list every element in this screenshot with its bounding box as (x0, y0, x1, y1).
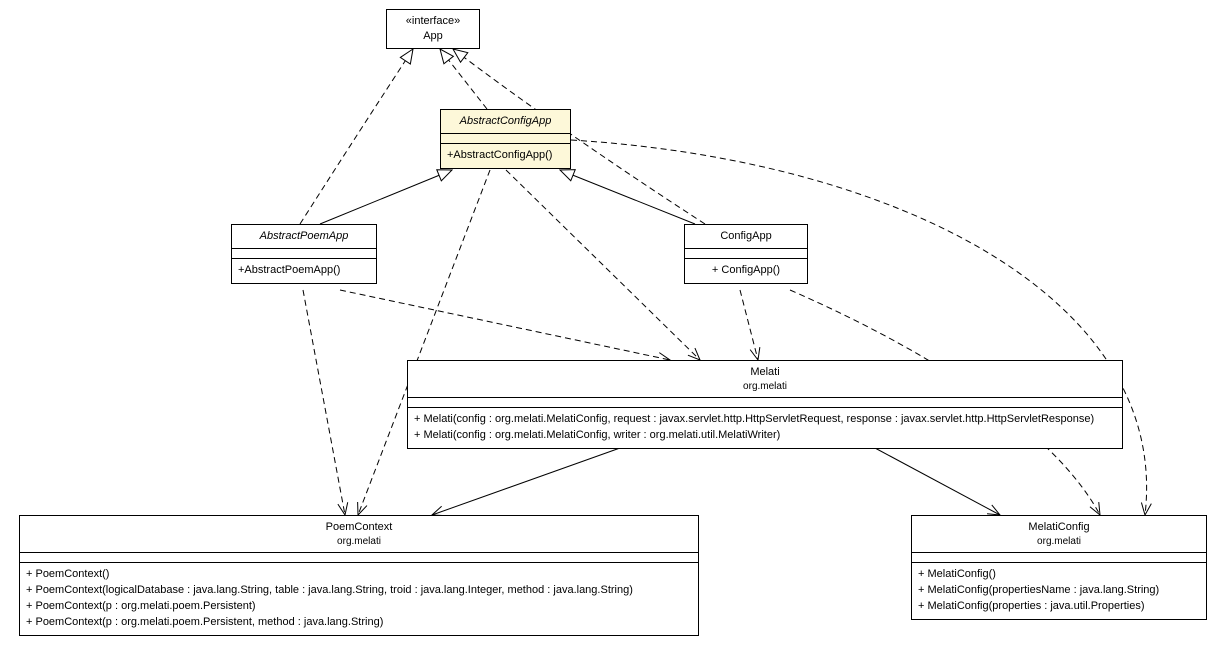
uml-class-poemcontext: PoemContext org.melati + PoemContext() +… (19, 515, 699, 636)
uml-class-melati: Melati org.melati + Melati(config : org.… (407, 360, 1123, 449)
class-title: ConfigApp (685, 225, 807, 249)
class-attrs-empty (232, 249, 376, 259)
class-op: + Melati(config : org.melati.MelatiConfi… (414, 412, 1116, 428)
class-attrs-empty (408, 398, 1122, 408)
class-op: + PoemContext(p : org.melati.poem.Persis… (26, 599, 692, 615)
class-title: AbstractPoemApp (232, 225, 376, 249)
class-op: + PoemContext(p : org.melati.poem.Persis… (26, 615, 692, 631)
class-name: App (393, 29, 473, 44)
uml-class-app: «interface» App (386, 9, 480, 49)
uml-class-abstractconfigapp: AbstractConfigApp +AbstractConfigApp() (440, 109, 571, 169)
class-name: AbstractConfigApp (447, 114, 564, 129)
class-op: + MelatiConfig(properties : java.util.Pr… (918, 599, 1200, 615)
class-title: «interface» App (387, 10, 479, 48)
class-ops: + Melati(config : org.melati.MelatiConfi… (408, 408, 1122, 448)
class-package: org.melati (26, 535, 692, 549)
class-package: org.melati (918, 535, 1200, 549)
class-name: MelatiConfig (918, 520, 1200, 535)
uml-class-abstractpoemapp: AbstractPoemApp +AbstractPoemApp() (231, 224, 377, 284)
class-ops: + MelatiConfig() + MelatiConfig(properti… (912, 563, 1206, 619)
uml-class-configapp: ConfigApp + ConfigApp() (684, 224, 808, 284)
stereotype-label: «interface» (393, 14, 473, 29)
class-op: + Melati(config : org.melati.MelatiConfi… (414, 428, 1116, 444)
class-title: AbstractConfigApp (441, 110, 570, 134)
class-ops: +AbstractConfigApp() (441, 144, 570, 168)
class-ops: + PoemContext() + PoemContext(logicalDat… (20, 563, 698, 635)
class-name: ConfigApp (691, 229, 801, 244)
class-ops: + ConfigApp() (685, 259, 807, 283)
class-op: +AbstractConfigApp() (447, 148, 564, 164)
class-attrs-empty (20, 553, 698, 563)
uml-class-melaticonfig: MelatiConfig org.melati + MelatiConfig()… (911, 515, 1207, 620)
class-name: Melati (414, 365, 1116, 380)
class-op: + MelatiConfig(propertiesName : java.lan… (918, 583, 1200, 599)
class-ops: +AbstractPoemApp() (232, 259, 376, 283)
class-attrs-empty (912, 553, 1206, 563)
class-name: PoemContext (26, 520, 692, 535)
class-title: Melati org.melati (408, 361, 1122, 398)
class-title: PoemContext org.melati (20, 516, 698, 553)
class-package: org.melati (414, 380, 1116, 394)
class-op: + PoemContext(logicalDatabase : java.lan… (26, 583, 692, 599)
class-attrs-empty (441, 134, 570, 144)
class-op: + MelatiConfig() (918, 567, 1200, 583)
class-op: + ConfigApp() (691, 263, 801, 279)
class-op: + PoemContext() (26, 567, 692, 583)
class-title: MelatiConfig org.melati (912, 516, 1206, 553)
class-op: +AbstractPoemApp() (238, 263, 370, 279)
class-attrs-empty (685, 249, 807, 259)
class-name: AbstractPoemApp (238, 229, 370, 244)
